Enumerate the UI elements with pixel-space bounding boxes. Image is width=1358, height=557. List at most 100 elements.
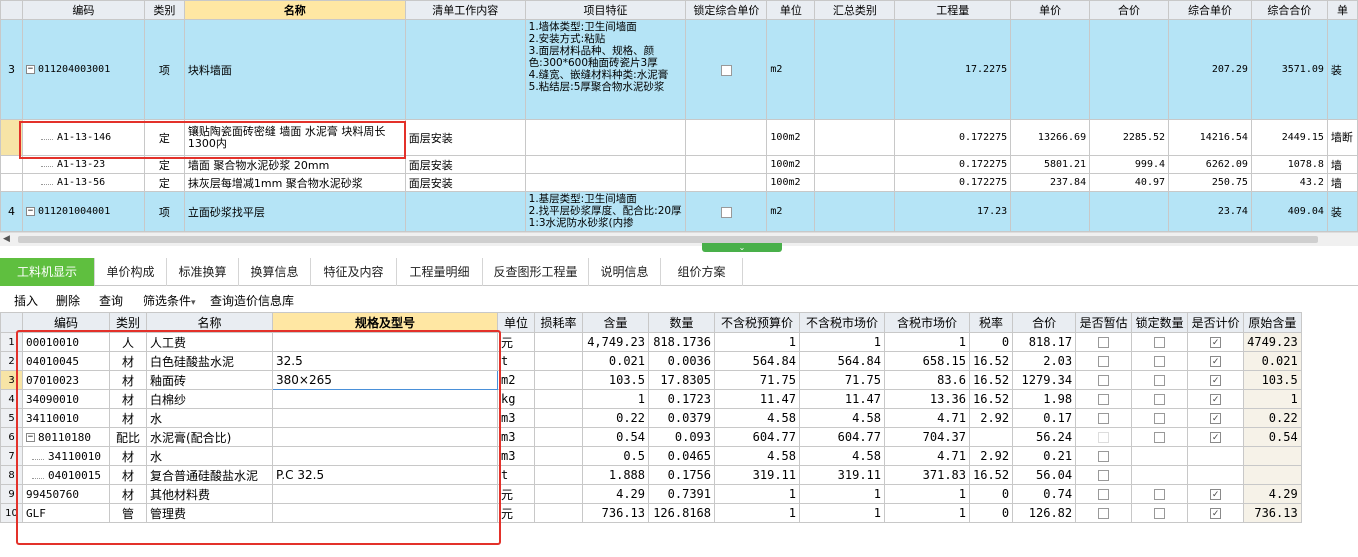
original-content[interactable]: 4749.23	[1243, 332, 1302, 352]
value-content[interactable]: 1	[582, 389, 649, 409]
value-total[interactable]: 1279.34	[1012, 370, 1077, 390]
tab-9[interactable]: 组价方案	[661, 258, 743, 286]
bq-item-row[interactable]: 4−011201004001 项立面砂浆找平层 1.基层类型:卫生间墙面 2.找平层砂…	[0, 191, 1358, 232]
lock-price-cell[interactable]	[685, 119, 768, 156]
bq-col-header[interactable]: 单	[1326, 0, 1358, 20]
resource-col-header[interactable]: 不含税市场价	[799, 312, 885, 333]
priced-checkbox[interactable]	[1210, 356, 1222, 367]
bq-col-header[interactable]: 单位	[766, 0, 816, 20]
priced-cell[interactable]	[1187, 389, 1245, 409]
value-qty[interactable]: 0.172275	[894, 155, 1012, 174]
resource-unit[interactable]: m3	[497, 408, 535, 428]
query-price-db-button[interactable]: 查询造价信息库	[210, 292, 294, 309]
value-comp-total[interactable]: 409.04	[1250, 191, 1328, 232]
provisional-cell[interactable]	[1075, 427, 1133, 447]
lock-qty-cell[interactable]	[1131, 370, 1189, 390]
priced-cell[interactable]	[1187, 332, 1245, 352]
value-comp-price[interactable]: 14216.54	[1168, 119, 1252, 156]
value-tax[interactable]: 0	[968, 332, 1014, 352]
value-qty[interactable]: 0.0036	[648, 351, 715, 371]
priced-checkbox[interactable]	[1210, 413, 1222, 424]
priced-cell[interactable]	[1187, 370, 1245, 390]
sum-type[interactable]	[814, 173, 896, 192]
provisional-checkbox[interactable]	[1098, 489, 1110, 500]
bq-col-header[interactable]: 编码	[21, 0, 145, 20]
lock-qty-checkbox[interactable]	[1154, 432, 1166, 443]
lock-qty-cell[interactable]	[1131, 408, 1189, 428]
priced-checkbox[interactable]	[1210, 489, 1222, 500]
value-tax[interactable]: 0	[968, 503, 1014, 523]
value-qty[interactable]: 0.1756	[648, 465, 715, 485]
value-content[interactable]: 736.13	[582, 503, 649, 523]
value-content[interactable]: 4,749.23	[582, 332, 649, 352]
resource-unit[interactable]: kg	[497, 389, 535, 409]
value-total[interactable]	[1089, 19, 1170, 120]
value-tax[interactable]: 2.92	[968, 408, 1014, 428]
unit[interactable]: 100m2	[766, 155, 816, 174]
value-comp-price[interactable]: 250.75	[1168, 173, 1252, 192]
item-name[interactable]: 抹灰层每增减1mm 聚合物水泥砂浆	[183, 173, 406, 192]
tab-1[interactable]: 工料机显示	[0, 258, 95, 286]
value-budget[interactable]: 1	[714, 332, 800, 352]
bq-col-header[interactable]: 名称	[183, 0, 406, 20]
query-button[interactable]: 查询	[99, 292, 123, 309]
original-content[interactable]	[1243, 446, 1302, 466]
value-total[interactable]: 40.97	[1089, 173, 1170, 192]
value-content[interactable]: 1.888	[582, 465, 649, 485]
value-market[interactable]: 564.84	[799, 351, 885, 371]
quota-row[interactable]: A1-13-56 定抹灰层每增减1mm 聚合物水泥砂浆 面层安装 100m2 0.172…	[0, 173, 1358, 192]
bq-col-header[interactable]: 工程量	[894, 0, 1012, 20]
value-content[interactable]: 103.5	[582, 370, 649, 390]
sum-type[interactable]	[814, 119, 896, 156]
item-code[interactable]: −011201004001	[21, 191, 145, 232]
value-budget[interactable]: 1	[714, 484, 800, 504]
unit[interactable]: 100m2	[766, 173, 816, 192]
value-market-tax[interactable]: 704.37	[884, 427, 970, 447]
lock-price-cell[interactable]	[685, 155, 768, 174]
lock-qty-cell[interactable]	[1131, 427, 1189, 447]
value-market[interactable]: 1	[799, 503, 885, 523]
priced-checkbox[interactable]	[1210, 337, 1222, 348]
insert-button[interactable]: 插入	[14, 292, 38, 309]
sum-type[interactable]	[814, 155, 896, 174]
value-total[interactable]: 2285.52	[1089, 119, 1170, 156]
provisional-cell[interactable]	[1075, 484, 1133, 504]
value-price[interactable]: 13266.69	[1010, 119, 1091, 156]
collapse-icon[interactable]: −	[25, 64, 35, 74]
value-total[interactable]: 999.4	[1089, 155, 1170, 174]
lock-price-cell[interactable]	[685, 173, 768, 192]
resource-col-header[interactable]: 不含税预算价	[714, 312, 800, 333]
provisional-checkbox[interactable]	[1098, 470, 1110, 481]
value-total[interactable]	[1089, 191, 1170, 232]
lock-qty-cell[interactable]	[1131, 465, 1189, 485]
value-budget[interactable]: 11.47	[714, 389, 800, 409]
value-total[interactable]: 2.03	[1012, 351, 1077, 371]
priced-cell[interactable]	[1187, 351, 1245, 371]
tab-6[interactable]: 工程量明细	[397, 258, 483, 286]
provisional-checkbox[interactable]	[1098, 508, 1110, 519]
item-type[interactable]: 定	[143, 173, 185, 192]
value-tax[interactable]: 0	[968, 484, 1014, 504]
value-total[interactable]: 1.98	[1012, 389, 1077, 409]
original-content[interactable]: 4.29	[1243, 484, 1302, 504]
loss-rate[interactable]	[534, 484, 583, 504]
original-content[interactable]: 0.22	[1243, 408, 1302, 428]
value-total[interactable]: 126.82	[1012, 503, 1077, 523]
loss-rate[interactable]	[534, 503, 583, 523]
value-budget[interactable]: 319.11	[714, 465, 800, 485]
unit[interactable]: 100m2	[766, 119, 816, 156]
value-budget[interactable]: 564.84	[714, 351, 800, 371]
value-market-tax[interactable]: 4.71	[884, 446, 970, 466]
value-qty[interactable]: 0.7391	[648, 484, 715, 504]
value-total[interactable]: 818.17	[1012, 332, 1077, 352]
value-price[interactable]	[1010, 191, 1091, 232]
delete-button[interactable]: 删除	[56, 292, 80, 309]
value-qty[interactable]: 0.172275	[894, 119, 1012, 156]
value-qty[interactable]: 17.2275	[894, 19, 1012, 120]
bq-col-header[interactable]: 项目特征	[524, 0, 687, 20]
work-content[interactable]: 面层安装	[404, 119, 526, 156]
provisional-cell[interactable]	[1075, 408, 1133, 428]
provisional-cell[interactable]	[1075, 446, 1133, 466]
loss-rate[interactable]	[534, 408, 583, 428]
value-comp-price[interactable]: 6262.09	[1168, 155, 1252, 174]
